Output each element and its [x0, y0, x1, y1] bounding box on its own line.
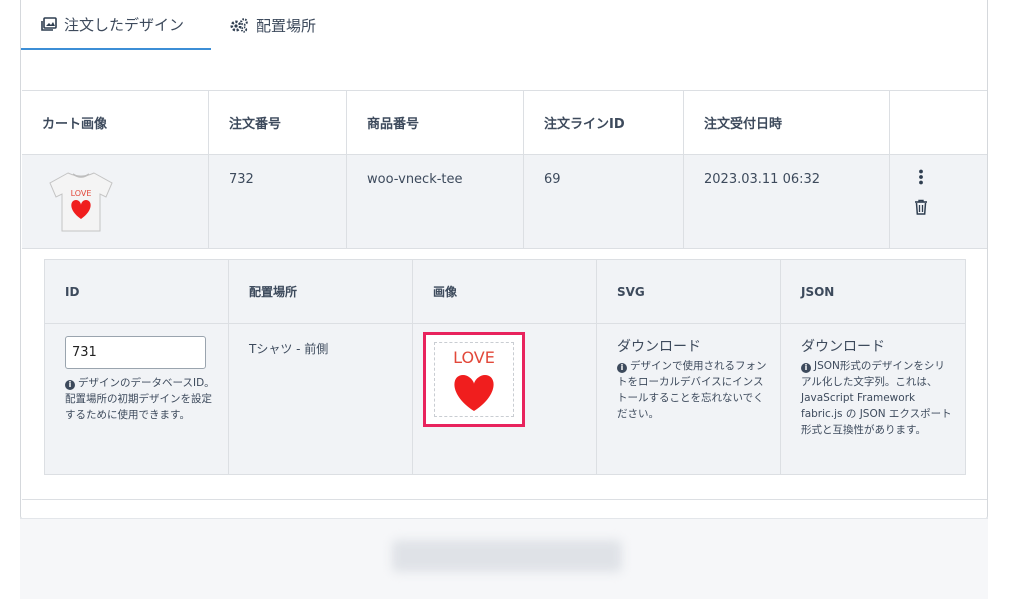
design-id-field[interactable]	[65, 336, 206, 369]
tab-ordered-designs[interactable]: 注文したデザイン	[21, 0, 211, 50]
header-image: 画像	[413, 260, 597, 323]
design-image: LOVE	[434, 342, 514, 417]
header-json: JSON	[801, 284, 835, 299]
svg-cell: ダウンロード i デザインで使用されるフォントをローカルデバイスにインストールする…	[597, 324, 781, 474]
info-icon: i	[617, 363, 627, 373]
tab-label: 配置場所	[256, 16, 317, 35]
designs-panel: 注文したデザイン 配置場所 カート画像 注文番号 商品番号 注文ラインID 注文…	[20, 0, 988, 520]
design-header-row: ID 配置場所 画像 SVG JSON	[45, 260, 965, 324]
header-placement: 配置場所	[229, 260, 413, 323]
tshirt-image[interactable]: LOVE	[46, 169, 116, 233]
svg-download-link[interactable]: ダウンロード	[617, 336, 780, 356]
design-detail-table: ID 配置場所 画像 SVG JSON iデザインのデータベースID。配置場所の…	[44, 259, 966, 475]
blurred-content	[392, 540, 622, 572]
header-product-number: 商品番号	[347, 91, 524, 154]
header-svg: SVG	[597, 260, 781, 323]
product-number: woo-vneck-tee	[347, 155, 524, 248]
image-cell: LOVE	[413, 324, 597, 474]
placement-value: Tシャツ - 前側	[249, 342, 329, 356]
orders-table: カート画像 注文番号 商品番号 注文ラインID 注文受付日時 LOVE 732 …	[22, 90, 987, 500]
json-help: i JSON形式のデザインをシリアル化した文字列。これは、JavaScript F…	[801, 358, 965, 438]
json-download-link[interactable]: ダウンロード	[801, 336, 965, 356]
info-icon: i	[65, 380, 75, 390]
id-cell: iデザインのデータベースID。配置場所の初期デザインを設定するために使用できます…	[45, 324, 229, 474]
header-id: ID	[45, 260, 229, 323]
header-cart-image: カート画像	[22, 91, 209, 154]
tab-placement[interactable]: 配置場所	[229, 0, 316, 50]
actions-cell	[890, 155, 987, 248]
tab-label: 注文したデザイン	[64, 15, 185, 34]
header-order-number: 注文番号	[209, 91, 347, 154]
received-at: 2023.03.11 06:32	[684, 155, 890, 248]
id-help-text: デザインのデータベースID。配置場所の初期デザインを設定するために使用できます。	[65, 377, 215, 421]
trash-icon[interactable]	[914, 199, 928, 219]
svg-help: i デザインで使用されるフォントをローカルデバイスにインストールすることを忘れない…	[617, 358, 780, 422]
header-line-id: 注文ラインID	[524, 91, 684, 154]
cart-image-cell: LOVE	[22, 155, 209, 248]
table-row: LOVE 732 woo-vneck-tee 69 2023.03.11 06:…	[22, 155, 987, 249]
more-options-icon[interactable]	[918, 169, 924, 189]
line-id: 69	[524, 155, 684, 248]
placement-cell: Tシャツ - 前側	[229, 324, 413, 474]
tab-bar: 注文したデザイン 配置場所	[21, 0, 987, 50]
orders-header-row: カート画像 注文番号 商品番号 注文ラインID 注文受付日時	[22, 91, 987, 155]
design-image-text: LOVE	[453, 348, 495, 367]
images-icon	[41, 16, 57, 32]
header-actions	[890, 91, 987, 154]
svg-help-text: デザインで使用されるフォントをローカルデバイスにインストールすることを忘れないで…	[617, 360, 767, 420]
row-actions	[914, 169, 928, 219]
design-row: iデザインのデータベースID。配置場所の初期デザインを設定するために使用できます…	[45, 324, 965, 474]
json-help-text: JSON形式のデザインをシリアル化した文字列。これは、JavaScript Fr…	[801, 360, 952, 436]
header-received-at: 注文受付日時	[684, 91, 890, 154]
tshirt-print-text: LOVE	[71, 189, 92, 198]
json-cell: ダウンロード i JSON形式のデザインをシリアル化した文字列。これは、JavaS…	[781, 324, 965, 474]
design-image-highlight[interactable]: LOVE	[423, 332, 525, 427]
gears-icon	[229, 17, 249, 33]
id-help: i デザインのデータベースID。配置場所の初期デザインを設定するために使用できます…	[65, 375, 228, 423]
order-number: 732	[209, 155, 347, 248]
info-icon: i	[801, 363, 811, 373]
